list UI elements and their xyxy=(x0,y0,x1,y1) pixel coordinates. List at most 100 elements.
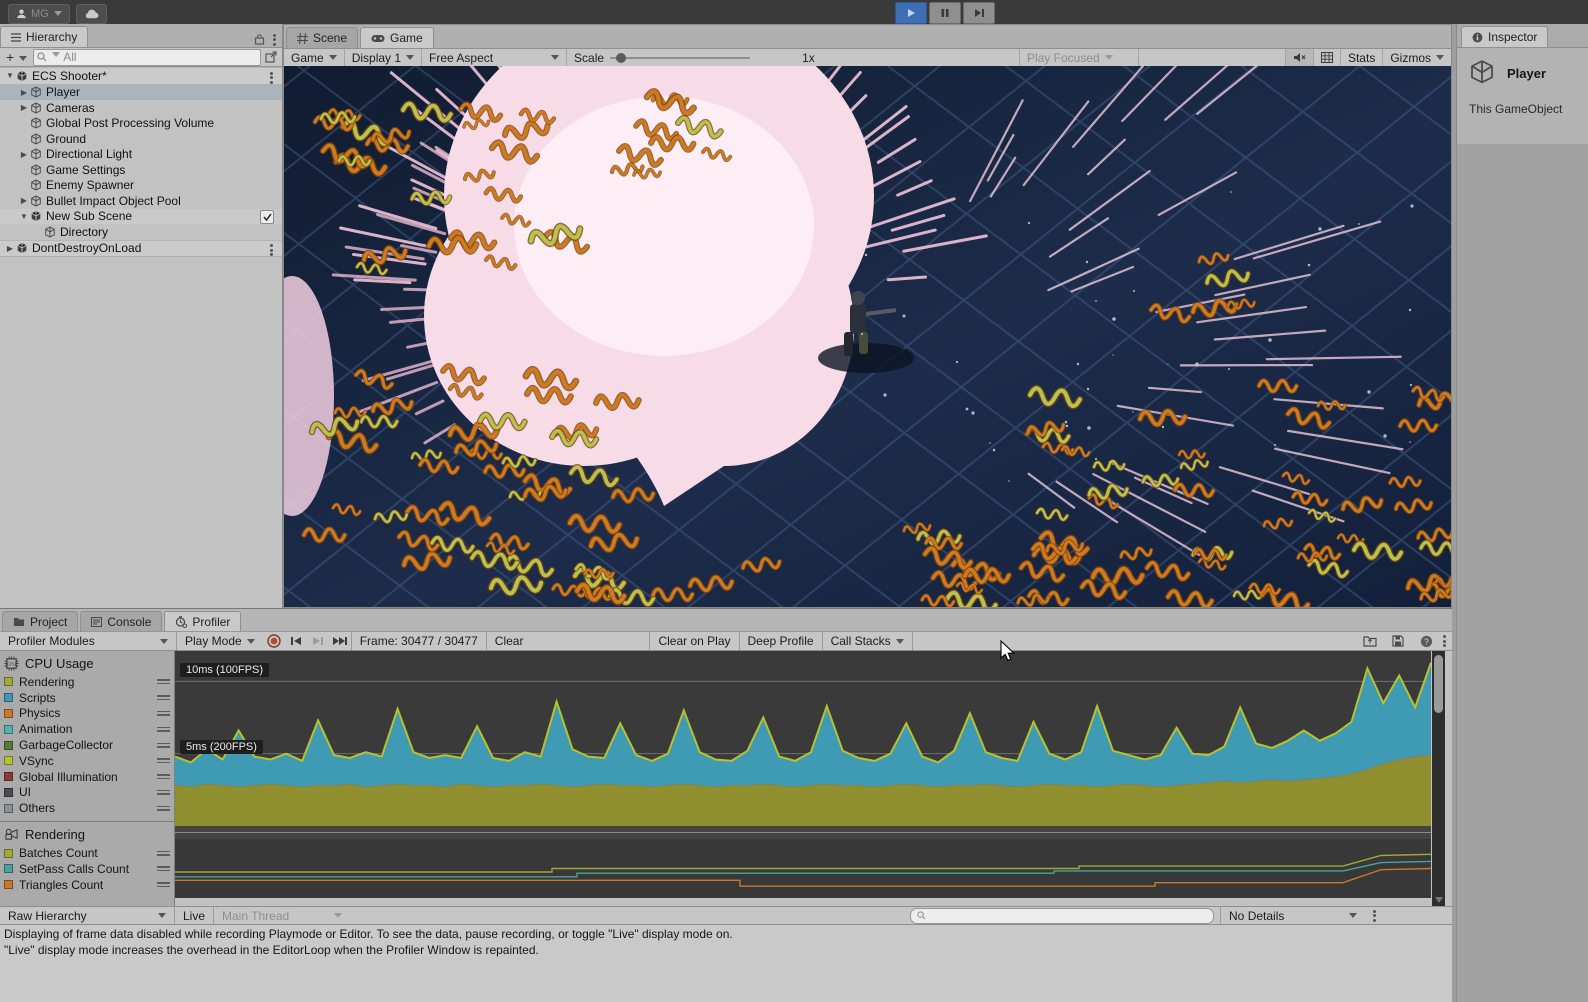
expand-arrow-icon[interactable]: ▶ xyxy=(18,103,30,112)
call-stacks-dropdown[interactable]: Call Stacks xyxy=(822,632,913,650)
drag-handle-icon[interactable] xyxy=(157,709,170,718)
drag-handle-icon[interactable] xyxy=(157,677,170,686)
cloud-button[interactable] xyxy=(76,4,107,24)
step-button[interactable] xyxy=(963,2,995,24)
hierarchy-item-dontdestroyonload[interactable]: ▶DontDestroyOnLoad xyxy=(0,240,282,258)
mute-audio-button[interactable] xyxy=(1286,49,1314,66)
stats-button[interactable]: Stats xyxy=(1341,49,1383,66)
hierarchy-search-input[interactable]: All xyxy=(33,49,261,66)
save-profile-icon[interactable] xyxy=(1387,633,1409,649)
gizmos-dropdown[interactable]: Gizmos xyxy=(1383,49,1451,66)
rendering-legend-batches-count[interactable]: Batches Count xyxy=(0,845,174,861)
hierarchy-item-new-sub-scene[interactable]: ▼New Sub Scene xyxy=(0,209,282,225)
lock-icon[interactable] xyxy=(254,34,265,45)
hierarchy-item-ecs-shooter[interactable]: ▼ECS Shooter* xyxy=(0,67,282,85)
drag-handle-icon[interactable] xyxy=(157,849,170,858)
prev-frame-button[interactable] xyxy=(285,633,307,649)
cpu-legend-rendering[interactable]: Rendering xyxy=(0,674,174,690)
record-button[interactable] xyxy=(263,633,285,649)
load-profile-icon[interactable] xyxy=(1359,633,1381,649)
drag-handle-icon[interactable] xyxy=(157,880,170,889)
footer-menu-icon[interactable] xyxy=(1373,908,1376,923)
pause-button[interactable] xyxy=(929,2,961,24)
expand-arrow-icon[interactable]: ▶ xyxy=(18,196,30,205)
cpu-legend-ui[interactable]: UI xyxy=(0,785,174,801)
scrollbar-down-arrow[interactable] xyxy=(1435,897,1443,903)
hierarchy-item-cameras[interactable]: ▶Cameras xyxy=(0,100,282,116)
tab-game[interactable]: Game xyxy=(360,27,434,48)
drag-handle-icon[interactable] xyxy=(157,725,170,734)
cpu-usage-chart[interactable]: 10ms (100FPS) 5ms (200FPS) xyxy=(175,651,1431,826)
last-frame-button[interactable] xyxy=(329,633,351,649)
subscene-checkbox[interactable] xyxy=(260,210,274,224)
hierarchy-mode-dropdown[interactable]: Raw Hierarchy xyxy=(0,907,175,924)
cpu-legend-animation[interactable]: Animation xyxy=(0,721,174,737)
cpu-legend-garbagecollector[interactable]: GarbageCollector xyxy=(0,737,174,753)
rendering-legend-setpass-calls-count[interactable]: SetPass Calls Count xyxy=(0,861,174,877)
thread-dropdown[interactable]: Main Thread xyxy=(213,907,350,924)
game-viewport[interactable] xyxy=(284,66,1451,607)
deep-profile-button[interactable]: Deep Profile xyxy=(739,632,822,650)
clear-on-play-button[interactable]: Clear on Play xyxy=(649,632,738,650)
popout-icon[interactable] xyxy=(265,51,282,63)
live-toggle[interactable]: Live xyxy=(175,907,213,924)
hierarchy-item-player[interactable]: ▶Player xyxy=(0,85,282,101)
details-dropdown[interactable]: No Details xyxy=(1220,907,1365,924)
aspect-dropdown[interactable]: Free Aspect xyxy=(422,49,567,66)
help-icon[interactable]: ? xyxy=(1415,633,1437,649)
tab-console[interactable]: Console xyxy=(80,611,162,632)
hierarchy-item-directory[interactable]: Directory xyxy=(0,224,282,240)
scale-slider[interactable] xyxy=(610,57,750,59)
hierarchy-item-directional-light[interactable]: ▶Directional Light xyxy=(0,147,282,163)
rendering-chart[interactable] xyxy=(175,839,1431,898)
hierarchy-menu-icon[interactable] xyxy=(273,32,276,47)
hierarchy-item-ground[interactable]: Ground xyxy=(0,131,282,147)
account-dropdown[interactable]: MG xyxy=(8,4,70,24)
create-dropdown[interactable]: + xyxy=(0,49,29,65)
next-frame-button[interactable] xyxy=(307,633,329,649)
hierarchy-item-game-settings[interactable]: Game Settings xyxy=(0,162,282,178)
tab-scene[interactable]: Scene xyxy=(286,27,358,48)
drag-handle-icon[interactable] xyxy=(157,693,170,702)
cpu-legend-scripts[interactable]: Scripts xyxy=(0,690,174,706)
expand-arrow-icon[interactable]: ▶ xyxy=(4,244,16,253)
profiler-menu-icon[interactable] xyxy=(1443,634,1446,649)
item-menu-icon[interactable] xyxy=(270,243,273,258)
drag-handle-icon[interactable] xyxy=(157,756,170,765)
expand-arrow-icon[interactable]: ▶ xyxy=(18,88,30,97)
hierarchy-item-enemy-spawner[interactable]: Enemy Spawner xyxy=(0,178,282,194)
cpu-legend-global-illumination[interactable]: Global Illumination xyxy=(0,769,174,785)
tab-profiler[interactable]: Profiler xyxy=(164,611,241,632)
drag-handle-icon[interactable] xyxy=(157,864,170,873)
play-focused-dropdown[interactable]: Play Focused xyxy=(1019,49,1139,66)
cpu-legend-others[interactable]: Others xyxy=(0,800,174,816)
vsync-grid-button[interactable] xyxy=(1314,49,1341,66)
rendering-module-header[interactable]: Rendering xyxy=(0,822,174,845)
drag-handle-icon[interactable] xyxy=(157,772,170,781)
cpu-module-header[interactable]: CPU CPU Usage xyxy=(0,651,174,674)
charts-scrollbar[interactable] xyxy=(1432,651,1445,910)
profiler-modules-dropdown[interactable]: Profiler Modules xyxy=(0,632,177,650)
drag-handle-icon[interactable] xyxy=(157,804,170,813)
tab-project[interactable]: Project xyxy=(2,611,78,632)
profiler-search-input[interactable] xyxy=(910,908,1214,924)
tab-hierarchy[interactable]: Hierarchy xyxy=(0,26,88,47)
hierarchy-item-global-post-processing-volume[interactable]: Global Post Processing Volume xyxy=(0,116,282,132)
tab-inspector[interactable]: Inspector xyxy=(1461,26,1548,47)
hierarchy-item-bullet-impact-object-pool[interactable]: ▶Bullet Impact Object Pool xyxy=(0,193,282,209)
cpu-legend-vsync[interactable]: VSync xyxy=(0,753,174,769)
display-dropdown[interactable]: Display 1 xyxy=(345,49,422,66)
play-mode-dropdown[interactable]: Play Mode xyxy=(177,632,263,650)
play-button[interactable] xyxy=(895,2,927,24)
clear-button[interactable]: Clear xyxy=(486,632,532,650)
expand-arrow-icon[interactable]: ▶ xyxy=(18,150,30,159)
expand-arrow-icon[interactable]: ▼ xyxy=(4,71,16,80)
rendering-legend-triangles-count[interactable]: Triangles Count xyxy=(0,877,174,893)
item-menu-icon[interactable] xyxy=(270,70,273,85)
display-target-dropdown[interactable]: Game xyxy=(284,49,345,66)
drag-handle-icon[interactable] xyxy=(157,741,170,750)
expand-arrow-icon[interactable]: ▼ xyxy=(18,212,30,221)
drag-handle-icon[interactable] xyxy=(157,788,170,797)
scrollbar-thumb[interactable] xyxy=(1434,655,1443,713)
cpu-legend-physics[interactable]: Physics xyxy=(0,706,174,722)
